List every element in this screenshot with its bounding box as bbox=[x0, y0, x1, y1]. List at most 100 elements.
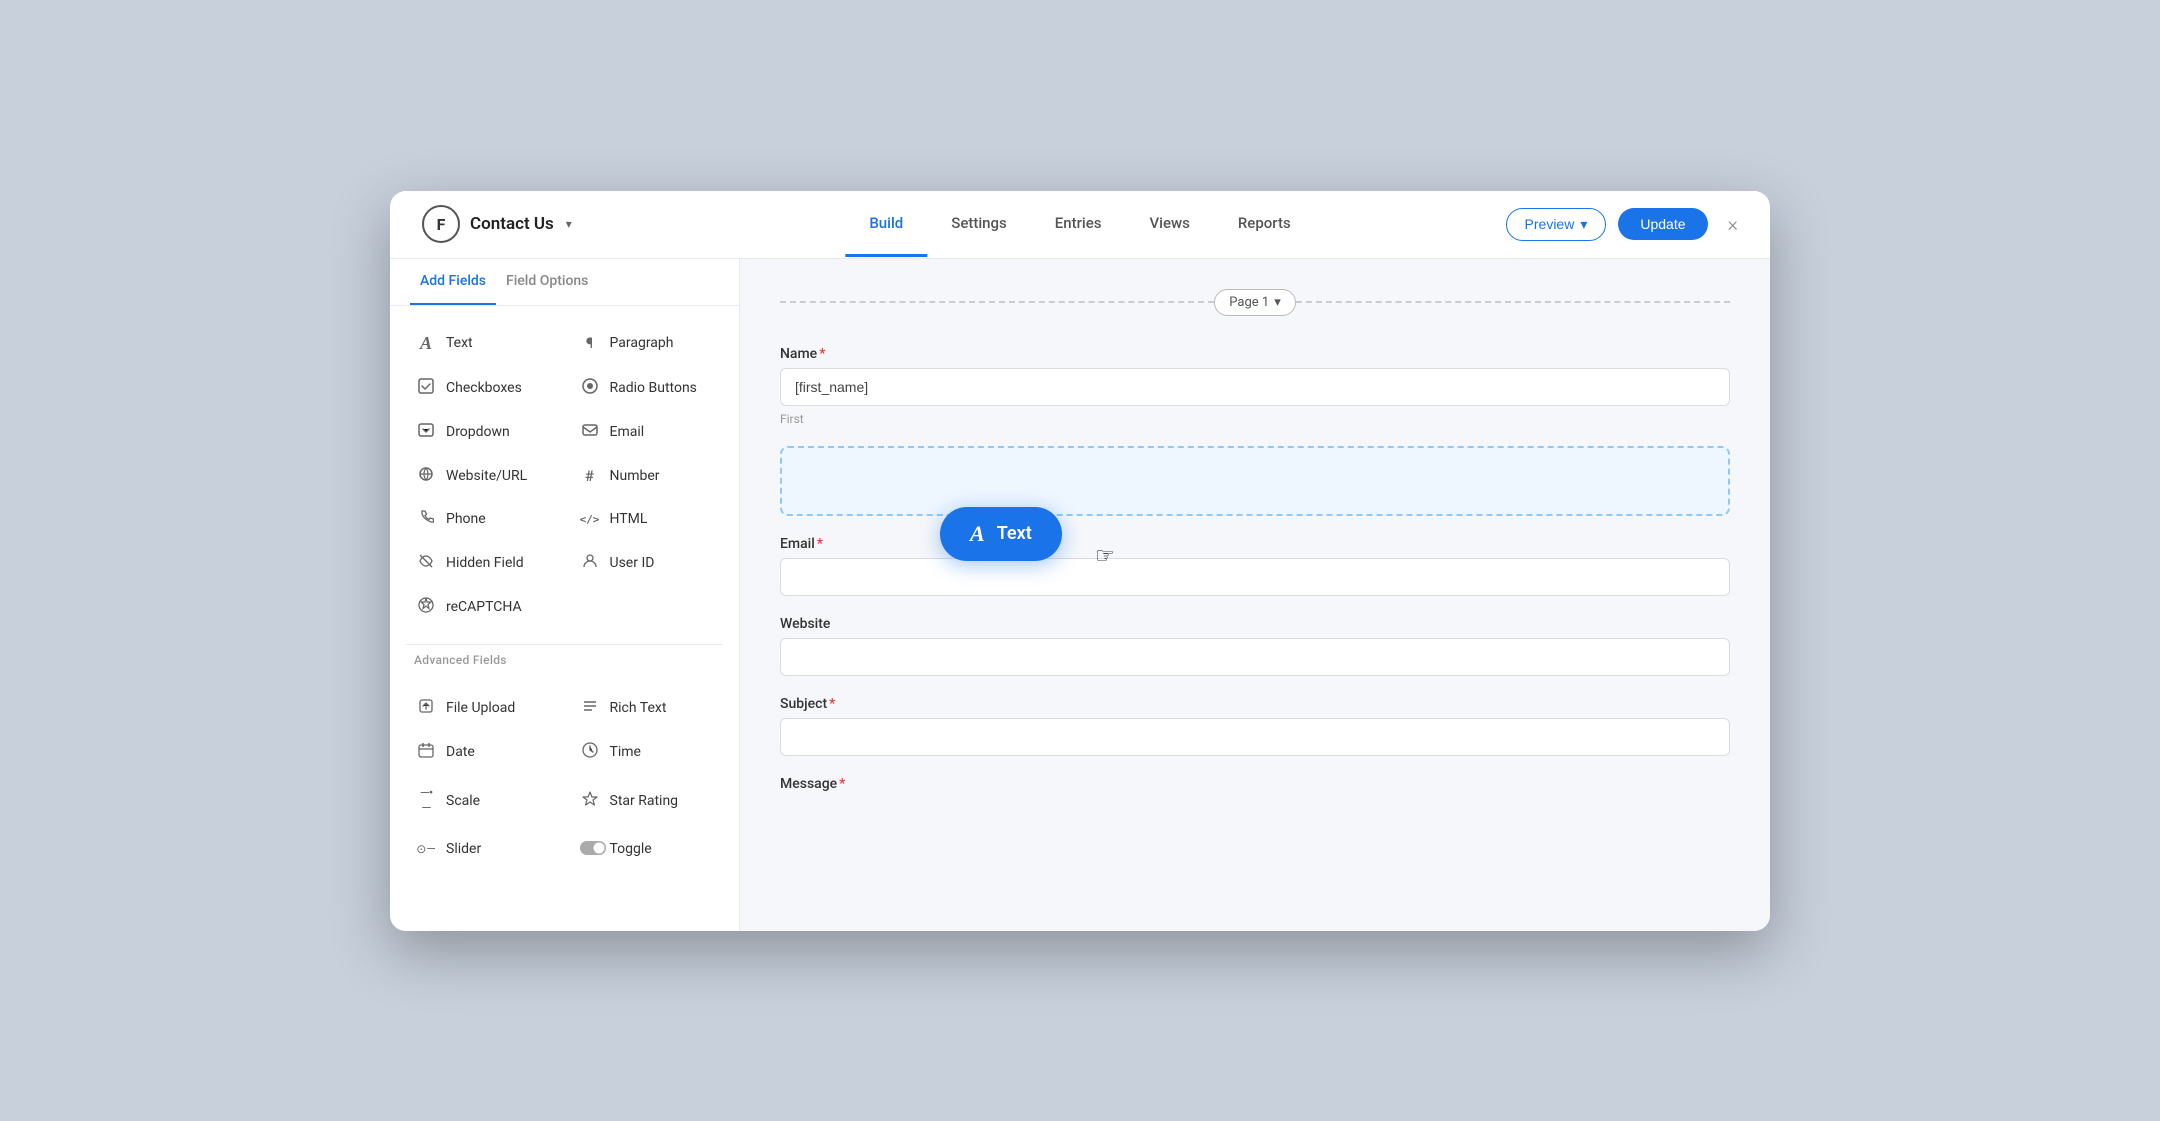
update-button[interactable]: Update bbox=[1618, 208, 1707, 240]
tab-views[interactable]: Views bbox=[1125, 192, 1213, 257]
website-input[interactable] bbox=[780, 638, 1730, 676]
logo-icon: F bbox=[422, 205, 460, 243]
field-radio[interactable]: Radio Buttons bbox=[566, 367, 728, 409]
rich-text-icon bbox=[580, 698, 600, 718]
field-star-rating[interactable]: Star Rating bbox=[566, 775, 728, 827]
name-sublabel: First bbox=[780, 412, 1730, 426]
scale-icon: —•— bbox=[416, 786, 436, 816]
field-userid[interactable]: User ID bbox=[566, 542, 728, 584]
time-icon bbox=[580, 742, 600, 762]
email-input[interactable] bbox=[780, 558, 1730, 596]
number-icon: # bbox=[580, 467, 600, 485]
field-toggle[interactable]: Toggle bbox=[566, 829, 728, 870]
tab-add-fields[interactable]: Add Fields bbox=[410, 259, 496, 305]
checkboxes-icon bbox=[416, 378, 436, 398]
main-nav: Build Settings Entries Views Reports bbox=[845, 192, 1314, 257]
subject-input[interactable] bbox=[780, 718, 1730, 756]
slider-icon: ⊙— bbox=[416, 842, 436, 856]
field-dropdown-label: Dropdown bbox=[446, 424, 510, 440]
page-dropdown-icon: ▾ bbox=[1274, 295, 1281, 310]
close-button[interactable]: × bbox=[1728, 212, 1738, 236]
field-paragraph-label: Paragraph bbox=[610, 335, 674, 351]
field-checkboxes[interactable]: Checkboxes bbox=[402, 367, 564, 409]
field-recaptcha[interactable]: reCAPTCHA bbox=[402, 586, 564, 628]
sidebar-tabs: Add Fields Field Options bbox=[390, 259, 739, 306]
header-actions: Preview ▾ Update × bbox=[1506, 208, 1738, 241]
message-field-group: Message* bbox=[780, 776, 1730, 792]
subject-label: Subject* bbox=[780, 696, 1730, 712]
field-recaptcha-label: reCAPTCHA bbox=[446, 599, 522, 615]
field-date[interactable]: Date bbox=[402, 731, 564, 773]
field-hidden-label: Hidden Field bbox=[446, 555, 524, 571]
field-time-label: Time bbox=[610, 744, 641, 760]
name-field-group: Name* First bbox=[780, 346, 1730, 426]
field-scale-label: Scale bbox=[446, 793, 480, 809]
field-html[interactable]: </> HTML bbox=[566, 499, 728, 540]
app-window: F Contact Us ▾ Build Settings Entries Vi… bbox=[390, 191, 1770, 931]
field-slider[interactable]: ⊙— Slider bbox=[402, 829, 564, 870]
name-input[interactable] bbox=[780, 368, 1730, 406]
field-email[interactable]: Email bbox=[566, 411, 728, 453]
field-file-upload[interactable]: File Upload bbox=[402, 687, 564, 729]
preview-dropdown-icon: ▾ bbox=[1580, 216, 1587, 233]
tab-reports[interactable]: Reports bbox=[1214, 192, 1315, 257]
page-line-right bbox=[1296, 301, 1730, 303]
field-email-label: Email bbox=[610, 424, 645, 440]
field-number[interactable]: # Number bbox=[566, 455, 728, 497]
basic-fields-grid: A Text ¶ Paragraph Checkboxes bbox=[390, 306, 739, 644]
sidebar: Add Fields Field Options A Text ¶ Paragr… bbox=[390, 259, 740, 931]
field-website[interactable]: Website/URL bbox=[402, 455, 564, 497]
name-required: * bbox=[819, 346, 825, 362]
toggle-icon bbox=[580, 840, 600, 859]
field-phone-label: Phone bbox=[446, 511, 486, 527]
field-date-label: Date bbox=[446, 744, 475, 760]
advanced-section-label: Advanced Fields bbox=[390, 645, 739, 671]
website-field-group: Website bbox=[780, 616, 1730, 676]
preview-button[interactable]: Preview ▾ bbox=[1506, 208, 1607, 241]
field-rich-text[interactable]: Rich Text bbox=[566, 687, 728, 729]
page-badge[interactable]: Page 1 ▾ bbox=[1214, 289, 1295, 316]
email-required: * bbox=[817, 536, 823, 552]
field-star-rating-label: Star Rating bbox=[610, 793, 679, 809]
message-required: * bbox=[839, 776, 845, 792]
email-icon bbox=[580, 422, 600, 442]
field-rich-text-label: Rich Text bbox=[610, 700, 667, 716]
paragraph-icon: ¶ bbox=[580, 334, 600, 352]
header-left: F Contact Us ▾ bbox=[422, 205, 622, 243]
tab-settings[interactable]: Settings bbox=[927, 192, 1031, 257]
field-time[interactable]: Time bbox=[566, 731, 728, 773]
field-hidden[interactable]: Hidden Field bbox=[402, 542, 564, 584]
field-dropdown[interactable]: Dropdown bbox=[402, 411, 564, 453]
field-radio-label: Radio Buttons bbox=[610, 380, 697, 396]
field-text[interactable]: A Text bbox=[402, 322, 564, 365]
drop-zone[interactable] bbox=[780, 446, 1730, 516]
field-paragraph[interactable]: ¶ Paragraph bbox=[566, 322, 728, 365]
userid-icon bbox=[580, 553, 600, 573]
tab-entries[interactable]: Entries bbox=[1031, 192, 1126, 257]
hidden-icon bbox=[416, 553, 436, 573]
field-phone[interactable]: Phone bbox=[402, 499, 564, 540]
subject-field-group: Subject* bbox=[780, 696, 1730, 756]
body-row: Add Fields Field Options A Text ¶ Paragr… bbox=[390, 259, 1770, 931]
form-title-dropdown[interactable]: ▾ bbox=[566, 217, 572, 231]
file-upload-icon bbox=[416, 698, 436, 718]
field-userid-label: User ID bbox=[610, 555, 655, 571]
main-content: Page 1 ▾ Name* First bbox=[740, 259, 1770, 931]
text-icon: A bbox=[416, 333, 436, 354]
radio-icon bbox=[580, 378, 600, 398]
star-rating-icon bbox=[580, 791, 600, 811]
field-slider-label: Slider bbox=[446, 841, 481, 857]
email-label: Email* bbox=[780, 536, 1730, 552]
html-icon: </> bbox=[580, 513, 600, 526]
tab-build[interactable]: Build bbox=[845, 192, 927, 257]
form-area: Name* First Email* Website bbox=[780, 346, 1730, 792]
tab-field-options[interactable]: Field Options bbox=[496, 259, 598, 305]
date-icon bbox=[416, 742, 436, 762]
advanced-fields-grid: File Upload Rich Text Date bbox=[390, 671, 739, 886]
email-field-group: Email* bbox=[780, 536, 1730, 596]
field-file-upload-label: File Upload bbox=[446, 700, 515, 716]
field-checkboxes-label: Checkboxes bbox=[446, 380, 522, 396]
field-scale[interactable]: —•— Scale bbox=[402, 775, 564, 827]
dropdown-icon bbox=[416, 422, 436, 442]
website-icon bbox=[416, 466, 436, 486]
